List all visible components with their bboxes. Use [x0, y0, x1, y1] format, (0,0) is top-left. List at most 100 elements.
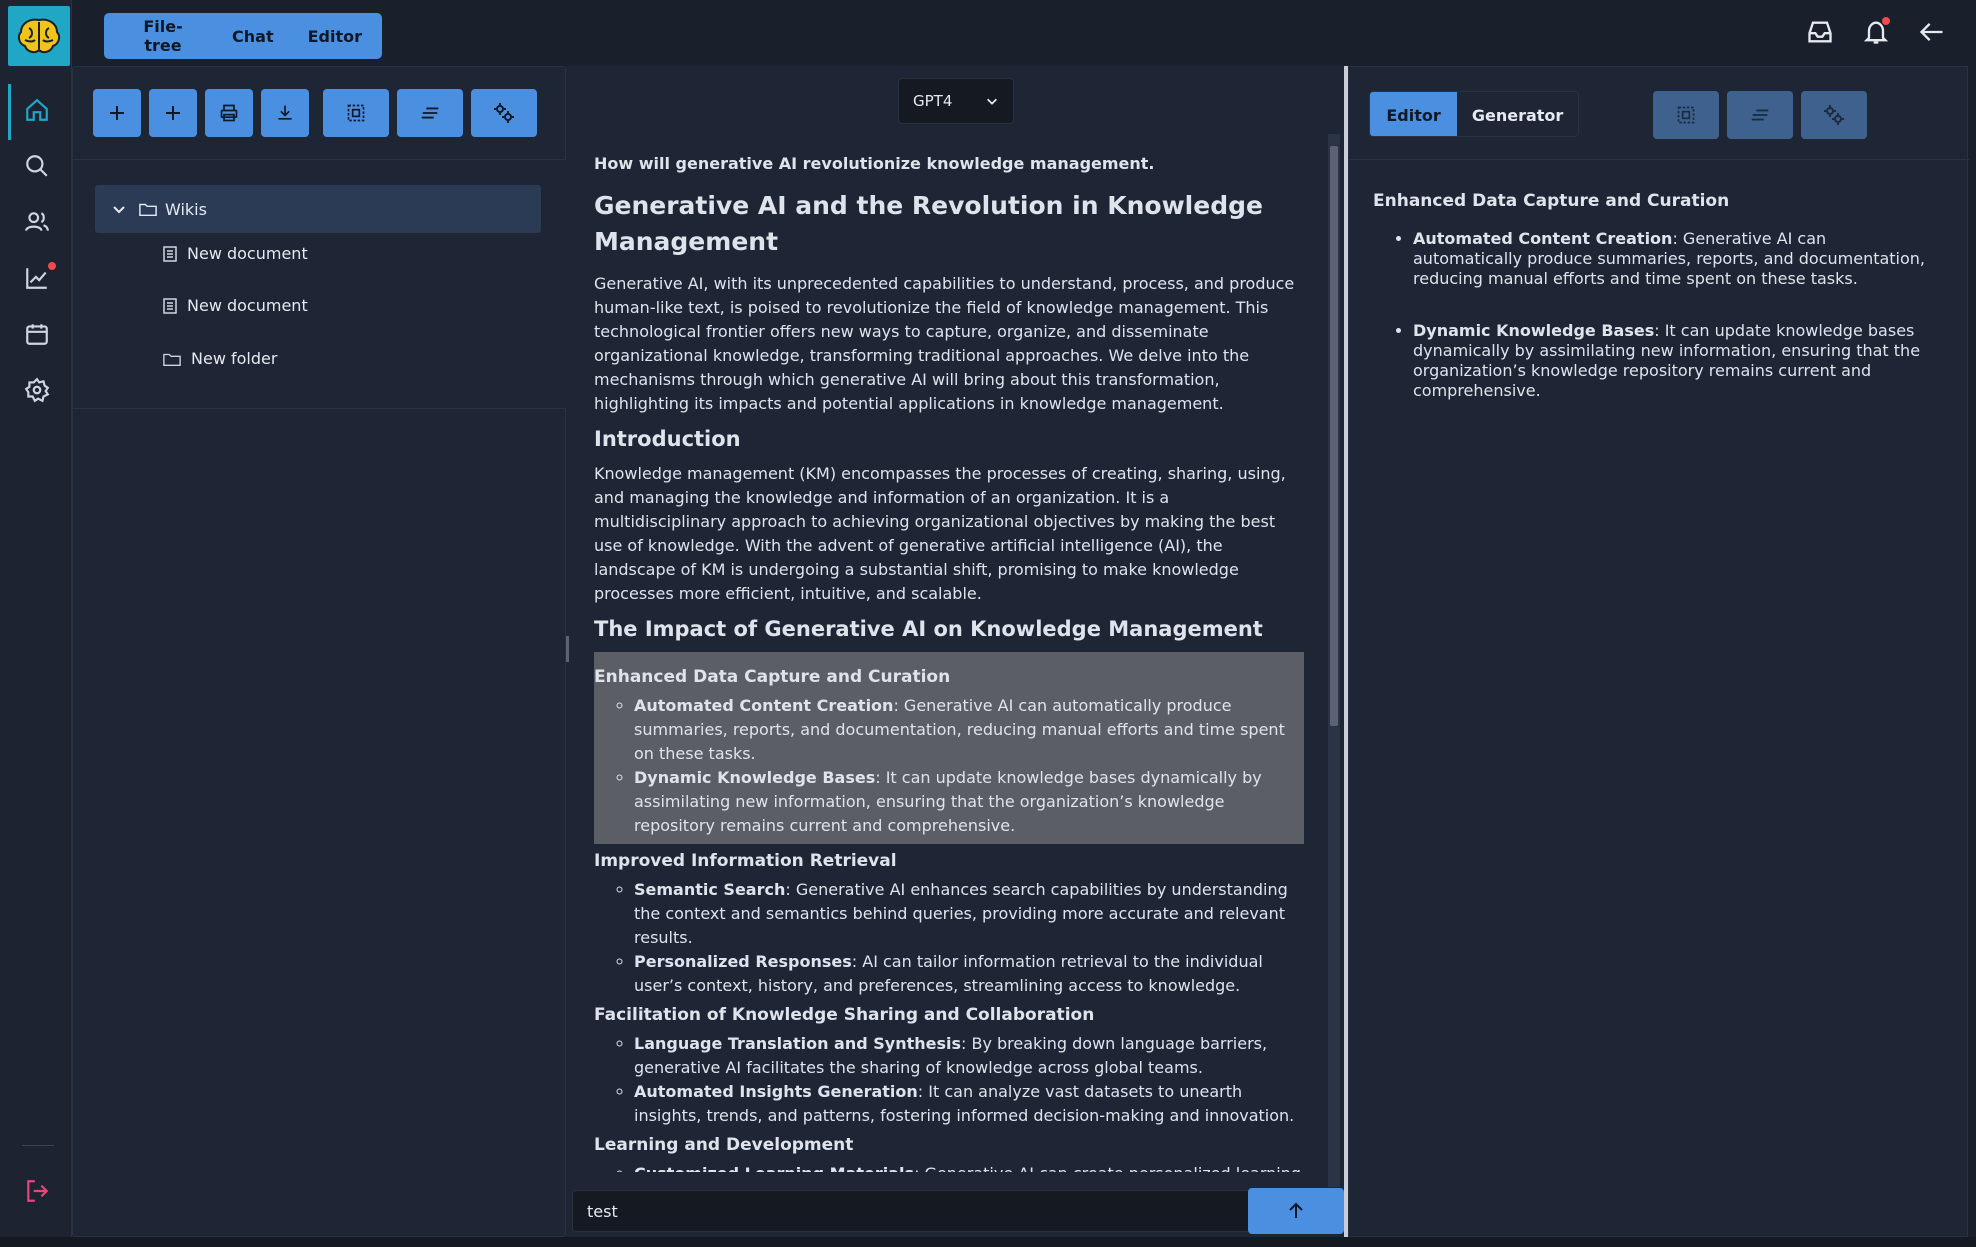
- tree-root-wikis[interactable]: Wikis: [95, 185, 541, 233]
- list-item: Dynamic Knowledge Bases: It can update k…: [634, 766, 1304, 838]
- download-button[interactable]: [261, 89, 309, 137]
- notifications-icon[interactable]: [1858, 14, 1894, 50]
- search-icon[interactable]: [18, 147, 56, 185]
- scrollbar-thumb[interactable]: [1330, 146, 1338, 726]
- section-list: Customized Learning Materials: Generativ…: [594, 1162, 1304, 1172]
- model-select-value: GPT4: [913, 92, 953, 110]
- settings-icon[interactable]: [18, 371, 56, 409]
- list-item: Personalized Responses: AI can tailor in…: [634, 950, 1304, 998]
- section-heading: Improved Information Retrieval: [594, 851, 897, 871]
- chat-input[interactable]: [572, 1190, 1252, 1232]
- introduction-heading: Introduction: [594, 427, 741, 451]
- tab-chat[interactable]: Chat: [218, 13, 294, 59]
- editor-content[interactable]: Enhanced Data Capture and Curation Autom…: [1373, 191, 1933, 433]
- select-button[interactable]: [323, 89, 389, 137]
- add-folder-button[interactable]: [149, 89, 197, 137]
- inbox-icon[interactable]: [1802, 14, 1838, 50]
- top-icons: [1802, 14, 1950, 50]
- plus-icon: [110, 106, 124, 120]
- impact-heading: The Impact of Generative AI on Knowledge…: [594, 617, 1263, 641]
- settings-button[interactable]: [471, 89, 537, 137]
- tab-editor-mode[interactable]: Editor: [1370, 92, 1458, 136]
- users-icon[interactable]: [18, 203, 56, 241]
- tab-editor[interactable]: Editor: [294, 13, 382, 59]
- select-icon: [1677, 106, 1695, 124]
- gears-icon: [1824, 105, 1844, 125]
- file-tree: Wikis New document New document New fold…: [73, 159, 567, 409]
- editor-heading: Enhanced Data Capture and Curation: [1373, 191, 1730, 211]
- rail-active-indicator: [8, 84, 11, 140]
- introduction-paragraph: Knowledge management (KM) encompasses th…: [594, 464, 1286, 603]
- editor-tabs: Editor Generator: [1369, 91, 1579, 137]
- app-root: File-tree Chat Editor Wikis New document…: [0, 0, 1976, 1247]
- rail-divider: [22, 1145, 54, 1146]
- tab-generator-mode[interactable]: Generator: [1457, 92, 1578, 136]
- select-button[interactable]: [1653, 91, 1719, 139]
- add-button[interactable]: [93, 89, 141, 137]
- app-logo[interactable]: [8, 6, 70, 66]
- section-heading: Enhanced Data Capture and Curation: [594, 667, 951, 687]
- gears-icon: [494, 103, 514, 123]
- tree-item-document[interactable]: New document: [163, 244, 308, 263]
- select-icon: [347, 104, 365, 122]
- left-resize-handle[interactable]: [566, 636, 569, 662]
- align-icon: [1751, 109, 1769, 121]
- home-icon[interactable]: [18, 91, 56, 129]
- generated-document: How will generative AI revolutionize kno…: [594, 152, 1304, 1172]
- list-item: Automated Content Creation: Generative A…: [634, 694, 1304, 766]
- section-list: Language Translation and Synthesis: By b…: [594, 1032, 1304, 1128]
- align-icon: [421, 107, 439, 119]
- section-heading: Learning and Development: [594, 1135, 854, 1155]
- list-item: Customized Learning Materials: Generativ…: [634, 1162, 1304, 1172]
- section-list: Automated Content Creation: Generative A…: [594, 694, 1304, 838]
- document-icon: [163, 297, 177, 314]
- tree-item-folder[interactable]: New folder: [163, 349, 277, 368]
- plus-icon: [166, 106, 180, 120]
- bottom-strip: [0, 1237, 1976, 1247]
- left-rail: [0, 0, 72, 1247]
- send-button[interactable]: [1248, 1188, 1344, 1234]
- print-icon: [220, 104, 238, 122]
- editor-list: Automated Content Creation: Generative A…: [1373, 229, 1933, 401]
- model-select[interactable]: GPT4: [898, 78, 1014, 124]
- chevron-down-icon[interactable]: [111, 201, 127, 217]
- format-button[interactable]: [1727, 91, 1793, 139]
- list-item: Language Translation and Synthesis: By b…: [634, 1032, 1304, 1080]
- arrow-up-icon: [1289, 1202, 1303, 1218]
- list-item: Dynamic Knowledge Bases: It can update k…: [1413, 321, 1933, 401]
- download-icon: [278, 105, 292, 120]
- user-question: How will generative AI revolutionize kno…: [594, 154, 1155, 173]
- list-item: Semantic Search: Generative AI enhances …: [634, 878, 1304, 950]
- document-icon: [163, 245, 177, 262]
- intro-paragraph: Generative AI, with its unprecedented ca…: [594, 274, 1295, 413]
- logout-icon[interactable]: [18, 1172, 56, 1210]
- highlighted-section[interactable]: Enhanced Data Capture and Curation Autom…: [594, 652, 1304, 844]
- format-button[interactable]: [397, 89, 463, 137]
- document-title: Generative AI and the Revolution in Know…: [594, 191, 1263, 256]
- list-item: Automated Content Creation: Generative A…: [1413, 229, 1933, 289]
- section-list: Semantic Search: Generative AI enhances …: [594, 878, 1304, 998]
- file-tree-panel: Wikis New document New document New fold…: [72, 66, 567, 1237]
- folder-icon: [139, 201, 157, 217]
- list-item: Automated Insights Generation: It can an…: [634, 1080, 1304, 1128]
- chat-panel: GPT4 How will generative AI revolutioniz…: [566, 66, 1346, 1237]
- view-tabs: File-tree Chat Editor: [104, 13, 382, 59]
- top-bar: File-tree Chat Editor: [72, 0, 1976, 66]
- back-arrow-icon[interactable]: [1914, 14, 1950, 50]
- editor-panel: Editor Generator Enhanced Data Capture a…: [1348, 66, 1969, 1237]
- analytics-alert-dot: [48, 262, 56, 270]
- settings-button[interactable]: [1801, 91, 1867, 139]
- tree-root-label: Wikis: [165, 199, 207, 219]
- tab-file-tree[interactable]: File-tree: [114, 13, 218, 59]
- print-button[interactable]: [205, 89, 253, 137]
- divider: [1349, 159, 1969, 160]
- notification-dot: [1882, 17, 1890, 25]
- tree-item-label: New folder: [191, 349, 278, 368]
- tree-item-document[interactable]: New document: [163, 296, 308, 315]
- calendar-icon[interactable]: [18, 315, 56, 353]
- brain-icon: [17, 18, 61, 54]
- document-scrollbar[interactable]: [1328, 134, 1340, 1187]
- tree-item-label: New document: [187, 244, 308, 263]
- folder-icon: [163, 353, 181, 366]
- tree-item-label: New document: [187, 296, 308, 315]
